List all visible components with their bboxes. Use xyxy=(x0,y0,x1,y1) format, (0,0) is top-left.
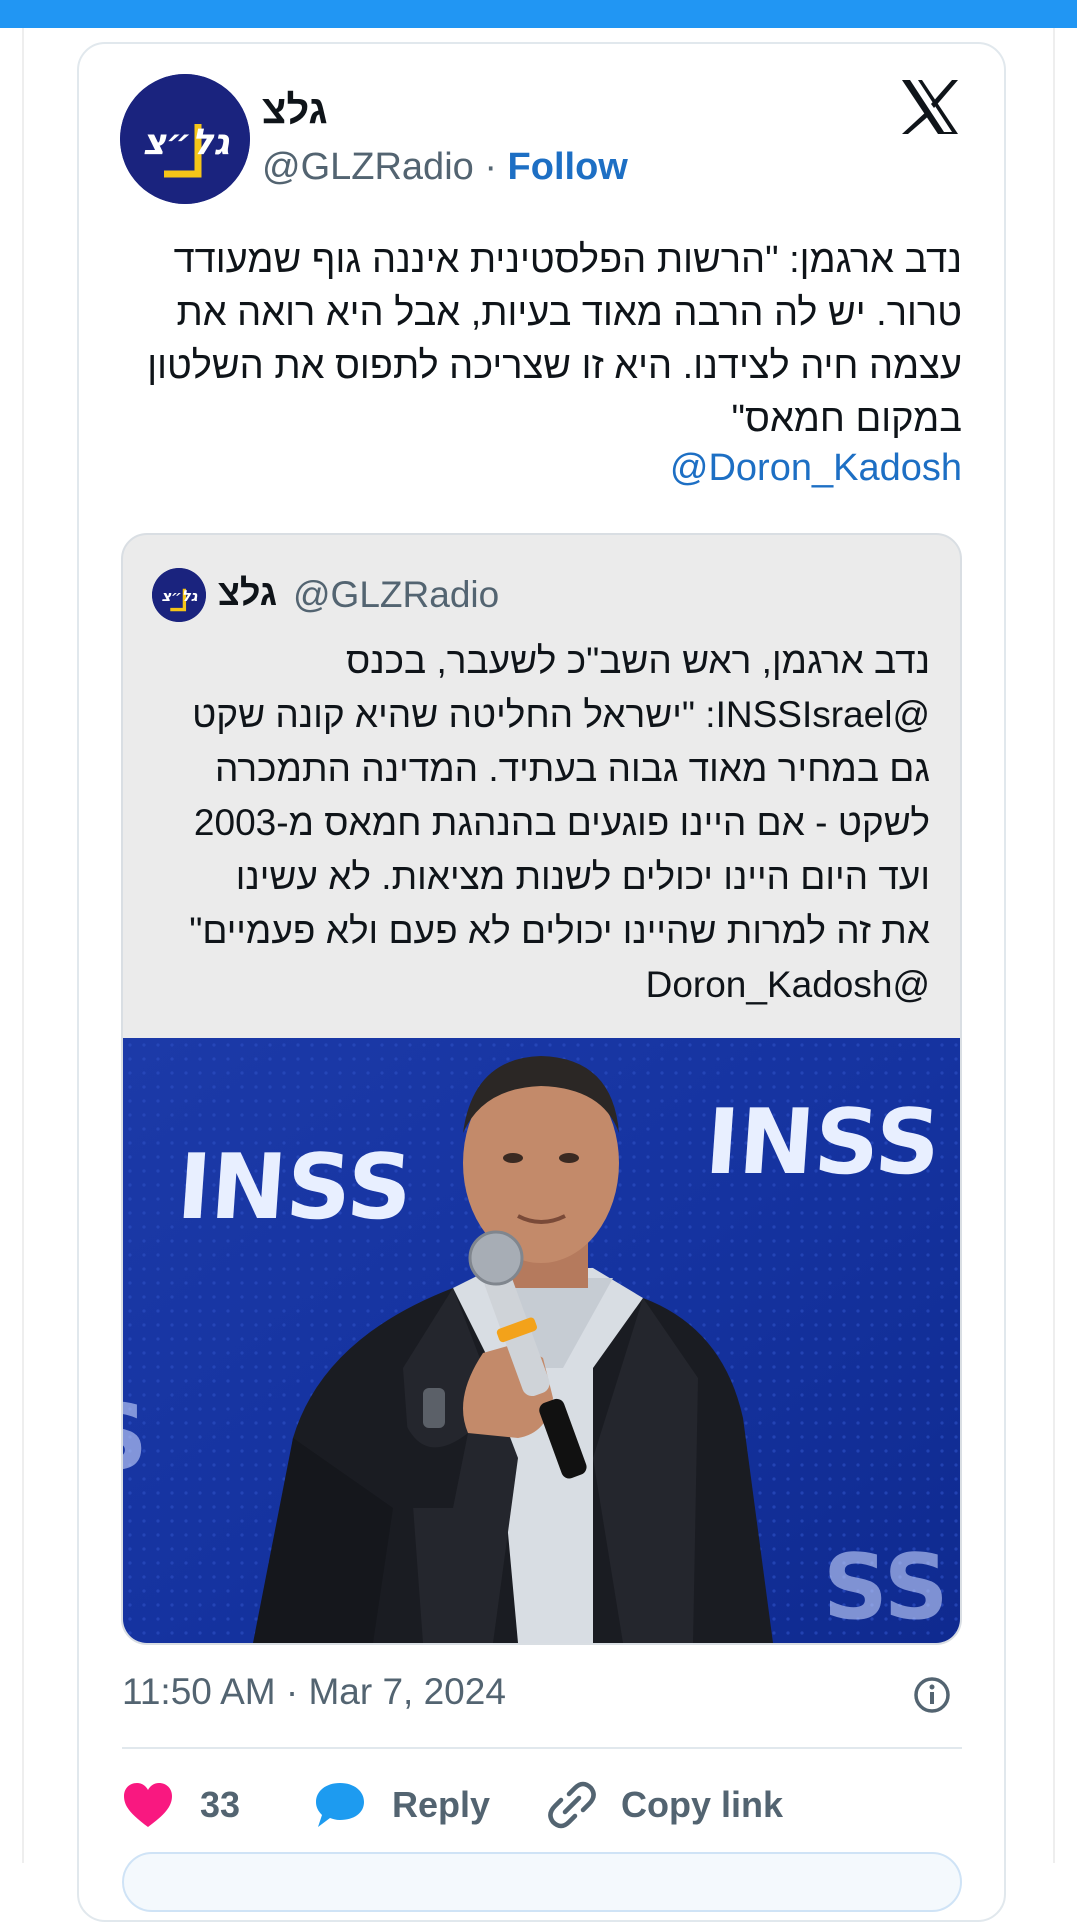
tweet-text-line: טרור. יש לה הרבה מאוד בעיות, אבל היא רוא… xyxy=(176,292,962,334)
author-handle[interactable]: @GLZRadio xyxy=(262,146,474,188)
quote-text-line: @Doron_Kadosh xyxy=(645,964,930,1005)
quote-text-line: ועד היום היינו יכולים לשנות מציאות. לא ע… xyxy=(235,856,930,897)
reply-button[interactable]: Reply xyxy=(314,1775,490,1835)
separator-dot: · xyxy=(484,146,497,188)
speaker-photo: INSS INSS S SS xyxy=(123,1038,960,1643)
divider xyxy=(122,1747,962,1749)
author-name[interactable]: גלצ xyxy=(262,88,328,133)
heart-icon xyxy=(124,1783,172,1827)
follow-button[interactable]: Follow xyxy=(508,146,628,188)
tweet-text-line: נדב ארגמן: "הרשות הפלסטינית איננה גוף שמ… xyxy=(173,239,962,281)
glz-logo-icon: גל״צ xyxy=(152,568,206,622)
svg-text:S: S xyxy=(123,1385,148,1490)
inss-logo-right: INSS xyxy=(702,1090,944,1195)
tweet-timestamp[interactable]: 11:50 AM · Mar 7, 2024 xyxy=(122,1671,506,1713)
like-count: 33 xyxy=(200,1784,241,1825)
copy-link-button[interactable]: Copy link xyxy=(547,1775,783,1835)
like-button[interactable]: 33 xyxy=(122,1775,240,1835)
page-edge-right xyxy=(1053,28,1055,1863)
speech-bubble-icon xyxy=(316,1783,364,1827)
copy-link-label: Copy link xyxy=(621,1784,784,1825)
tweet-mention-link[interactable]: @Doron_Kadosh xyxy=(122,447,962,490)
link-icon xyxy=(548,1781,596,1829)
quote-text-line: גם במחיר מאוד גבוה בעתיד. המדינה התמכרה xyxy=(215,748,930,789)
read-replies-button[interactable] xyxy=(122,1852,962,1912)
info-icon[interactable] xyxy=(912,1675,952,1715)
glz-logo-icon: גל״צ xyxy=(120,74,250,204)
tweet-text: נדב ארגמן: "הרשות הפלסטינית איננה גוף שמ… xyxy=(122,234,962,446)
tweet-actions: 33 Reply Copy link xyxy=(122,1775,962,1835)
quote-text-line: נדב ארגמן, ראש השב"כ לשעבר, בכנס xyxy=(345,640,930,681)
quote-media-image[interactable]: INSS INSS S SS xyxy=(123,1038,960,1643)
quote-text-line: @INSSIsrael: "ישראל החליטה שהיא קונה שקט xyxy=(192,694,930,735)
x-logo-icon[interactable] xyxy=(900,78,960,136)
tweet-text-line: עצמה חיה לצידנו. היא זו שצריכה לתפוס את … xyxy=(147,345,962,387)
author-avatar[interactable]: גל״צ xyxy=(120,74,250,204)
svg-text:SS: SS xyxy=(823,1535,949,1640)
svg-text:גל״צ: גל״צ xyxy=(161,587,197,605)
quote-author-avatar[interactable]: גל״צ xyxy=(152,568,206,622)
browser-top-bar xyxy=(0,0,1077,28)
svg-text:גל״צ: גל״צ xyxy=(143,122,231,163)
author-handle-line: @GLZRadio · Follow xyxy=(262,146,628,189)
tweet-text-line: במקום חמאס" xyxy=(731,398,962,440)
quote-text-line: את זה למרות שהיינו יכולים לא פעם ולא פעמ… xyxy=(189,910,930,951)
quote-author-handle[interactable]: @GLZRadio xyxy=(293,574,499,616)
reply-label: Reply xyxy=(392,1784,491,1825)
page-edge-left xyxy=(22,28,24,1863)
quote-text-line: לשקט - אם היינו פוגעים בהנהגת חמאס מ-200… xyxy=(193,802,930,843)
quote-text: נדב ארגמן, ראש השב"כ לשעבר, בכנס @INSSIs… xyxy=(140,634,930,1012)
inss-logo-left: INSS xyxy=(174,1135,416,1240)
quote-author-name[interactable]: גלצ xyxy=(218,572,277,614)
